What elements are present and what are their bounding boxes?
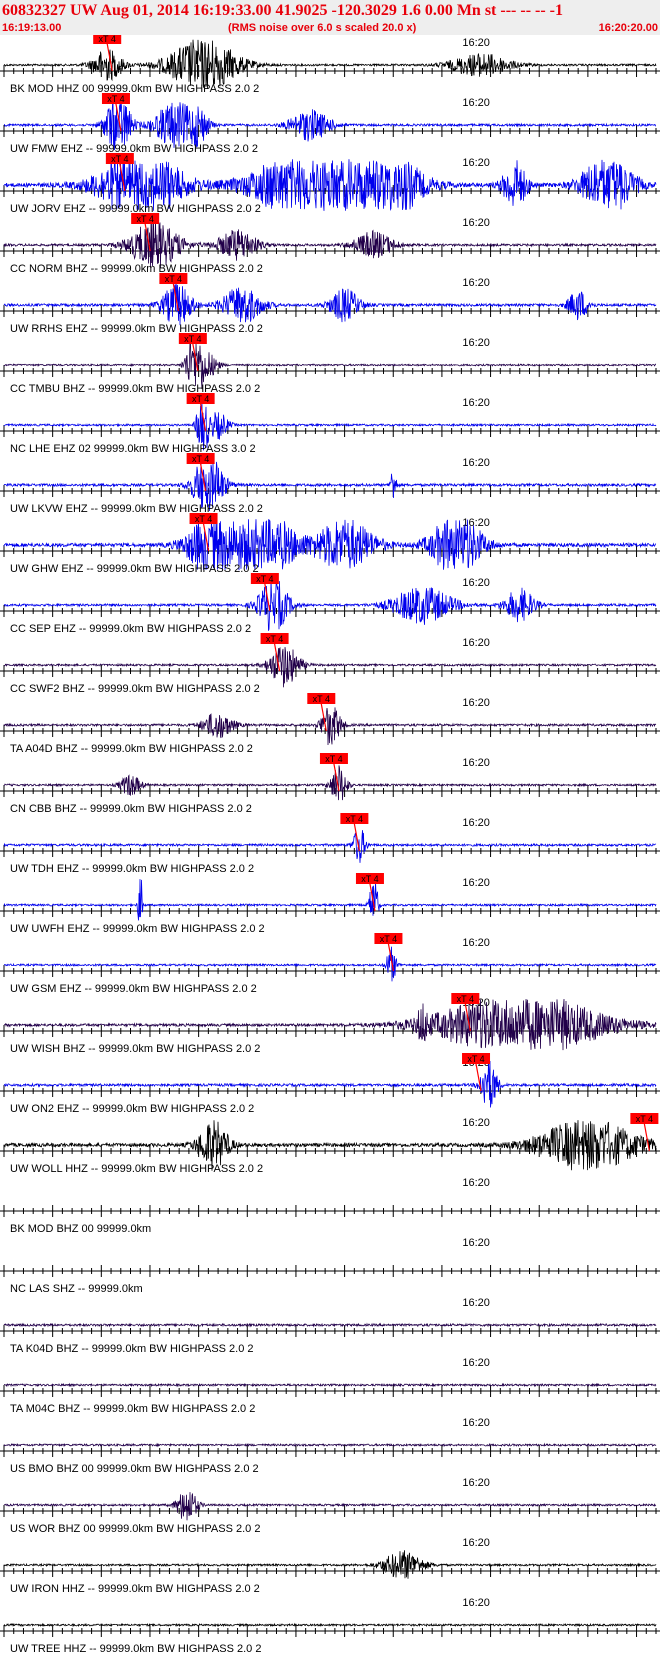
station-label: UW UWFH EHZ -- 99999.0km BW HIGHPASS 2.0… (10, 923, 265, 935)
station-label: CC SEP EHZ -- 99999.0km BW HIGHPASS 2.0 … (10, 623, 251, 635)
station-label: UW GSM EHZ -- 99999.0km BW HIGHPASS 2.0 … (10, 983, 257, 995)
pick-label: xT 4 (192, 454, 209, 464)
minute-label: 16:20 (462, 577, 490, 589)
minute-label: 16:20 (462, 1237, 490, 1249)
pick-label: xT 4 (99, 35, 116, 44)
station-label: UW ON2 EHZ -- 99999.0km BW HIGHPASS 2.0 … (10, 1103, 254, 1115)
pick-label: xT 4 (325, 754, 342, 764)
station-label: UW RRHS EHZ -- 99999.0km BW HIGHPASS 2.0… (10, 323, 263, 335)
minute-label: 16:20 (462, 1357, 490, 1369)
start-time-label: 16:19:13.00 (2, 22, 62, 34)
station-label: BK MOD HHZ 00 99999.0km BW HIGHPASS 2.0 … (10, 83, 259, 95)
station-label: UW TDH EHZ -- 99999.0km BW HIGHPASS 2.0 … (10, 863, 254, 875)
header-bar: 60832327 UW Aug 01, 2014 16:19:33.00 41.… (0, 0, 660, 35)
pick-label: xT 4 (636, 1114, 653, 1124)
pick-label: xT 4 (256, 574, 273, 584)
pick-label: xT 4 (457, 994, 474, 1004)
pick-label: xT 4 (467, 1054, 484, 1064)
minute-label: 16:20 (462, 37, 490, 49)
event-title: 60832327 UW Aug 01, 2014 16:19:33.00 41.… (2, 2, 563, 19)
minute-label: 16:20 (462, 517, 490, 529)
station-label: UW GHW EHZ -- 99999.0km BW HIGHPASS 2.0 … (10, 563, 259, 575)
pick-label: xT 4 (107, 94, 124, 104)
minute-label: 16:20 (462, 1597, 490, 1609)
pick-label: xT 4 (195, 514, 212, 524)
station-label: CC SWF2 BHZ -- 99999.0km BW HIGHPASS 2.0… (10, 683, 260, 695)
waveform-trace (3, 1060, 657, 1108)
station-label: NC LHE EHZ 02 99999.0km BW HIGHPASS 3.0 … (10, 443, 256, 455)
station-label: UW WOLL HHZ -- 99999.0km BW HIGHPASS 2.0… (10, 1163, 263, 1175)
station-label: US WOR BHZ 00 99999.0km BW HIGHPASS 2.0 … (10, 1523, 260, 1535)
station-label: TA K04D BHZ -- 99999.0km BW HIGHPASS 2.0… (10, 1343, 254, 1355)
minute-label: 16:20 (462, 1117, 490, 1129)
waveform-trace (3, 282, 657, 326)
station-label: UW IRON HHZ -- 99999.0km BW HIGHPASS 2.0… (10, 1583, 260, 1595)
waveform-trace (3, 1322, 657, 1328)
minute-label: 16:20 (462, 157, 490, 169)
minute-label: 16:20 (462, 1477, 490, 1489)
minute-label: 16:20 (462, 217, 490, 229)
station-label: TA M04C BHZ -- 99999.0km BW HIGHPASS 2.0… (10, 1403, 255, 1415)
minute-label: 16:20 (462, 397, 490, 409)
station-label: US BMO BHZ 00 99999.0km BW HIGHPASS 2.0 … (10, 1463, 259, 1475)
minute-label: 16:20 (462, 1417, 490, 1429)
minute-label: 16:20 (462, 457, 490, 469)
pick-label: xT 4 (111, 154, 128, 164)
end-time-label: 16:20:20.00 (598, 22, 658, 34)
minute-label: 16:20 (462, 277, 490, 289)
pick-label: xT 4 (136, 214, 153, 224)
minute-label: 16:20 (462, 1537, 490, 1549)
pick-label: xT 4 (313, 694, 330, 704)
station-label: UW WISH BHZ -- 99999.0km BW HIGHPASS 2.0… (10, 1043, 260, 1055)
minute-label: 16:20 (462, 697, 490, 709)
station-label: NC LAS SHZ -- 99999.0km (10, 1283, 143, 1295)
minute-label: 16:20 (462, 637, 490, 649)
pick-label: xT 4 (192, 394, 209, 404)
station-label: UW TREE HHZ -- 99999.0km BW HIGHPASS 2.0… (10, 1643, 261, 1655)
waveform-trace (3, 39, 657, 90)
station-label: UW LKVW EHZ -- 99999.0km BW HIGHPASS 2.0… (10, 503, 263, 515)
station-label: CN CBB BHZ -- 99999.0km BW HIGHPASS 2.0 … (10, 803, 252, 815)
waveform-trace (3, 1622, 657, 1628)
pick-label: xT 4 (361, 874, 378, 884)
scaling-note: (RMS noise over 6.0 s scaled 20.0 x) (228, 22, 417, 34)
waveform-trace (3, 1442, 657, 1448)
minute-label: 16:20 (462, 337, 490, 349)
seismogram-plot: 16:20xT 4BK MOD HHZ 00 99999.0km BW HIGH… (0, 35, 660, 1655)
pick-label: xT 4 (346, 814, 363, 824)
pick-label: xT 4 (184, 334, 201, 344)
station-label: BK MOD BHZ 00 99999.0km (10, 1223, 151, 1235)
minute-label: 16:20 (462, 97, 490, 109)
minute-label: 16:20 (462, 757, 490, 769)
station-label: UW FMW EHZ -- 99999.0km BW HIGHPASS 2.0 … (10, 143, 258, 155)
station-label: CC NORM BHZ -- 99999.0km BW HIGHPASS 2.0… (10, 263, 263, 275)
waveform-trace (3, 219, 657, 269)
minute-label: 16:20 (462, 937, 490, 949)
waveform-trace (3, 340, 656, 390)
minute-label: 16:20 (462, 877, 490, 889)
minute-label: 16:20 (462, 817, 490, 829)
pick-label: xT 4 (165, 274, 182, 284)
station-label: CC TMBU BHZ -- 99999.0km BW HIGHPASS 2.0… (10, 383, 260, 395)
minute-label: 16:20 (462, 1177, 490, 1189)
minute-label: 16:20 (462, 1297, 490, 1309)
pick-label: xT 4 (266, 634, 283, 644)
station-label: TA A04D BHZ -- 99999.0km BW HIGHPASS 2.0… (10, 743, 253, 755)
pick-label: xT 4 (380, 934, 397, 944)
